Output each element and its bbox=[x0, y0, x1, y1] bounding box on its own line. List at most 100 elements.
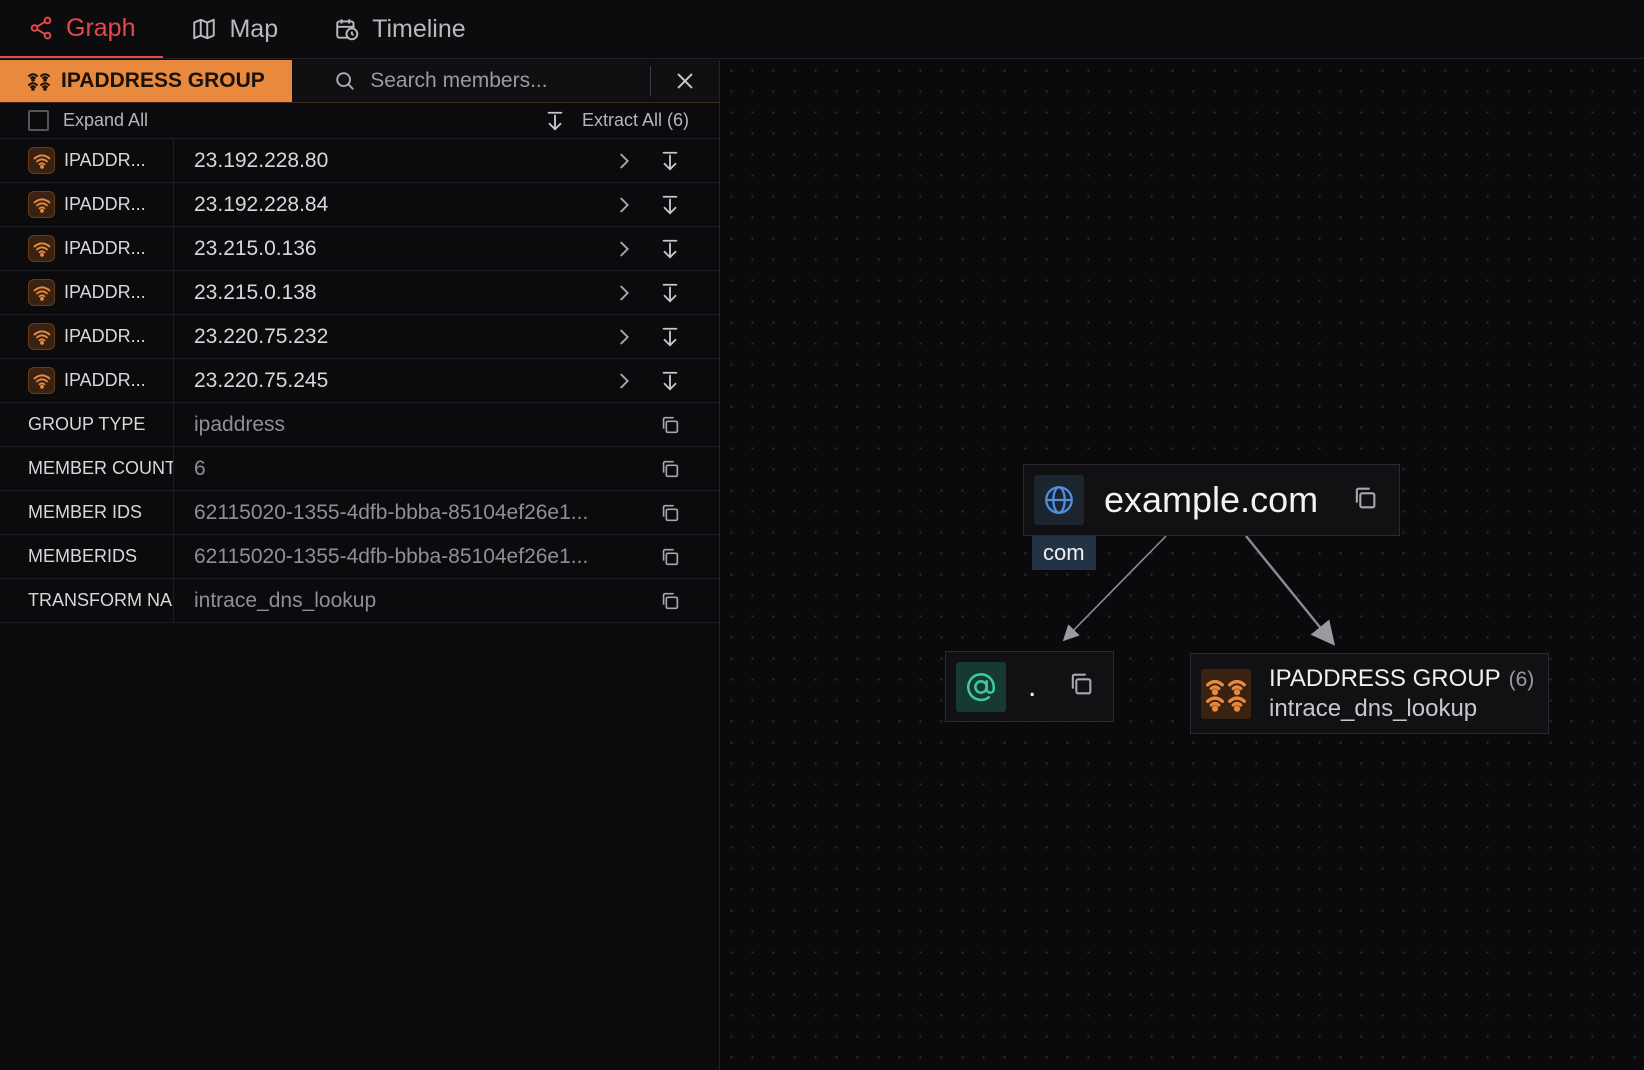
property-row: GROUP TYPE ipaddress bbox=[0, 403, 719, 447]
group-node-count: (6) bbox=[1508, 667, 1535, 691]
wifi-icon bbox=[28, 235, 55, 262]
member-row[interactable]: IPADDR... 23.220.75.245 bbox=[0, 359, 719, 403]
property-key: MEMBERIDS bbox=[0, 535, 174, 578]
member-type-cell: IPADDR... bbox=[0, 271, 174, 314]
tab-graph[interactable]: Graph bbox=[0, 0, 164, 58]
group-node-text: IPADDRESS GROUP (6) intrace_dns_lookup bbox=[1269, 665, 1534, 723]
tab-map[interactable]: Map bbox=[163, 0, 306, 58]
property-row: MEMBER IDS 62115020-1355-4dfb-bbba-85104… bbox=[0, 491, 719, 535]
expand-all-label: Expand All bbox=[63, 110, 149, 130]
member-row[interactable]: IPADDR... 23.215.0.138 bbox=[0, 271, 719, 315]
copy-button[interactable] bbox=[1351, 484, 1379, 517]
member-value: 23.215.0.136 bbox=[194, 236, 317, 260]
expand-member-button[interactable] bbox=[601, 183, 647, 226]
extract-down-icon bbox=[662, 327, 678, 347]
member-type-cell: IPADDR... bbox=[0, 139, 174, 182]
chevron-right-icon bbox=[620, 153, 629, 168]
member-row[interactable]: IPADDR... 23.220.75.232 bbox=[0, 315, 719, 359]
copy-button[interactable] bbox=[647, 447, 693, 490]
member-row[interactable]: IPADDR... 23.192.228.80 bbox=[0, 139, 719, 183]
extract-all-label: Extract All (6) bbox=[581, 110, 689, 130]
extract-down-icon bbox=[547, 111, 563, 131]
property-value: 62115020-1355-4dfb-bbba-85104ef26e1... bbox=[194, 500, 589, 524]
search-input[interactable] bbox=[370, 69, 651, 93]
copy-icon bbox=[662, 592, 679, 609]
tab-graph-label: Graph bbox=[66, 13, 136, 42]
property-key: TRANSFORM NA bbox=[0, 579, 174, 622]
search-icon bbox=[336, 72, 355, 90]
chevron-right-icon bbox=[620, 285, 629, 300]
member-value: 23.192.228.80 bbox=[194, 148, 329, 172]
property-value: 6 bbox=[194, 456, 206, 480]
extract-member-button[interactable] bbox=[647, 359, 693, 402]
member-value: 23.220.75.232 bbox=[194, 324, 329, 348]
property-key: MEMBER IDS bbox=[0, 491, 174, 534]
expand-member-button[interactable] bbox=[601, 139, 647, 182]
wifi-icon bbox=[28, 191, 55, 218]
extract-member-button[interactable] bbox=[647, 183, 693, 226]
graph-canvas[interactable]: example.com com . IPADDRESS GROUP (6) in… bbox=[721, 60, 1644, 1070]
at-sign-icon bbox=[956, 661, 1006, 712]
expand-member-button[interactable] bbox=[601, 271, 647, 314]
copy-button[interactable] bbox=[647, 535, 693, 578]
expand-member-button[interactable] bbox=[601, 227, 647, 270]
member-value: 23.192.228.84 bbox=[194, 192, 329, 216]
group-node-title: IPADDRESS GROUP bbox=[1269, 664, 1501, 692]
copy-button[interactable] bbox=[647, 579, 693, 622]
expand-member-button[interactable] bbox=[601, 359, 647, 402]
email-node-title: . bbox=[1028, 669, 1037, 703]
group-detail-panel: IPADDRESS GROUP Expand All Extract All (… bbox=[0, 60, 720, 1070]
globe-icon bbox=[1034, 475, 1084, 525]
panel-header: IPADDRESS GROUP bbox=[0, 60, 719, 103]
edge-domain-to-group bbox=[1245, 535, 1336, 646]
expand-member-button[interactable] bbox=[601, 315, 647, 358]
domain-node-title: example.com bbox=[1104, 479, 1319, 520]
chevron-right-icon bbox=[620, 241, 629, 256]
wifi-group-icon bbox=[1201, 668, 1251, 719]
close-panel-button[interactable] bbox=[651, 60, 719, 102]
extract-all-button[interactable]: Extract All (6) bbox=[544, 110, 689, 132]
chevron-right-icon bbox=[620, 373, 629, 388]
calendar-clock-icon bbox=[336, 19, 359, 41]
copy-button[interactable] bbox=[647, 491, 693, 534]
copy-button[interactable] bbox=[647, 403, 693, 446]
member-type: IPADDR... bbox=[64, 282, 146, 302]
wifi-icon bbox=[28, 147, 55, 174]
property-row: MEMBERIDS 62115020-1355-4dfb-bbba-85104e… bbox=[0, 535, 719, 579]
copy-icon bbox=[1355, 487, 1376, 508]
ipaddress-group-node[interactable]: IPADDRESS GROUP (6) intrace_dns_lookup bbox=[1190, 653, 1549, 734]
member-toolbar: Expand All Extract All (6) bbox=[0, 103, 719, 139]
group-type-tag: IPADDRESS GROUP bbox=[0, 60, 293, 102]
copy-icon bbox=[662, 548, 679, 565]
member-type-cell: IPADDR... bbox=[0, 315, 174, 358]
extract-down-icon bbox=[662, 151, 678, 171]
extract-member-button[interactable] bbox=[647, 315, 693, 358]
group-node-subtitle: intrace_dns_lookup bbox=[1269, 694, 1478, 722]
wifi-group-icon bbox=[28, 73, 50, 91]
member-type: IPADDR... bbox=[64, 370, 146, 390]
expand-all-checkbox[interactable] bbox=[28, 110, 49, 131]
member-list: IPADDR... 23.192.228.80 IPADDR... 23.192… bbox=[0, 139, 719, 403]
copy-button[interactable] bbox=[1067, 670, 1095, 703]
extract-down-icon bbox=[662, 195, 678, 215]
wifi-icon bbox=[28, 367, 55, 394]
tab-timeline[interactable]: Timeline bbox=[306, 0, 494, 58]
member-row[interactable]: IPADDR... 23.192.228.84 bbox=[0, 183, 719, 227]
extract-member-button[interactable] bbox=[647, 271, 693, 314]
property-row: TRANSFORM NA intrace_dns_lookup bbox=[0, 579, 719, 623]
wifi-icon bbox=[28, 323, 55, 350]
property-list: GROUP TYPE ipaddress MEMBER COUNT 6 MEMB… bbox=[0, 403, 719, 623]
extract-member-button[interactable] bbox=[647, 139, 693, 182]
tab-map-label: Map bbox=[229, 14, 279, 43]
member-type: IPADDR... bbox=[64, 326, 146, 346]
property-value: intrace_dns_lookup bbox=[194, 588, 377, 612]
domain-node[interactable]: example.com bbox=[1023, 464, 1400, 536]
property-value: ipaddress bbox=[194, 412, 286, 436]
member-value: 23.220.75.245 bbox=[194, 368, 329, 392]
email-node[interactable]: . bbox=[945, 651, 1114, 722]
extract-member-button[interactable] bbox=[647, 227, 693, 270]
extract-down-icon bbox=[662, 239, 678, 259]
chevron-right-icon bbox=[620, 197, 629, 212]
group-node-title-line: IPADDRESS GROUP (6) bbox=[1269, 665, 1534, 693]
member-row[interactable]: IPADDR... 23.215.0.136 bbox=[0, 227, 719, 271]
